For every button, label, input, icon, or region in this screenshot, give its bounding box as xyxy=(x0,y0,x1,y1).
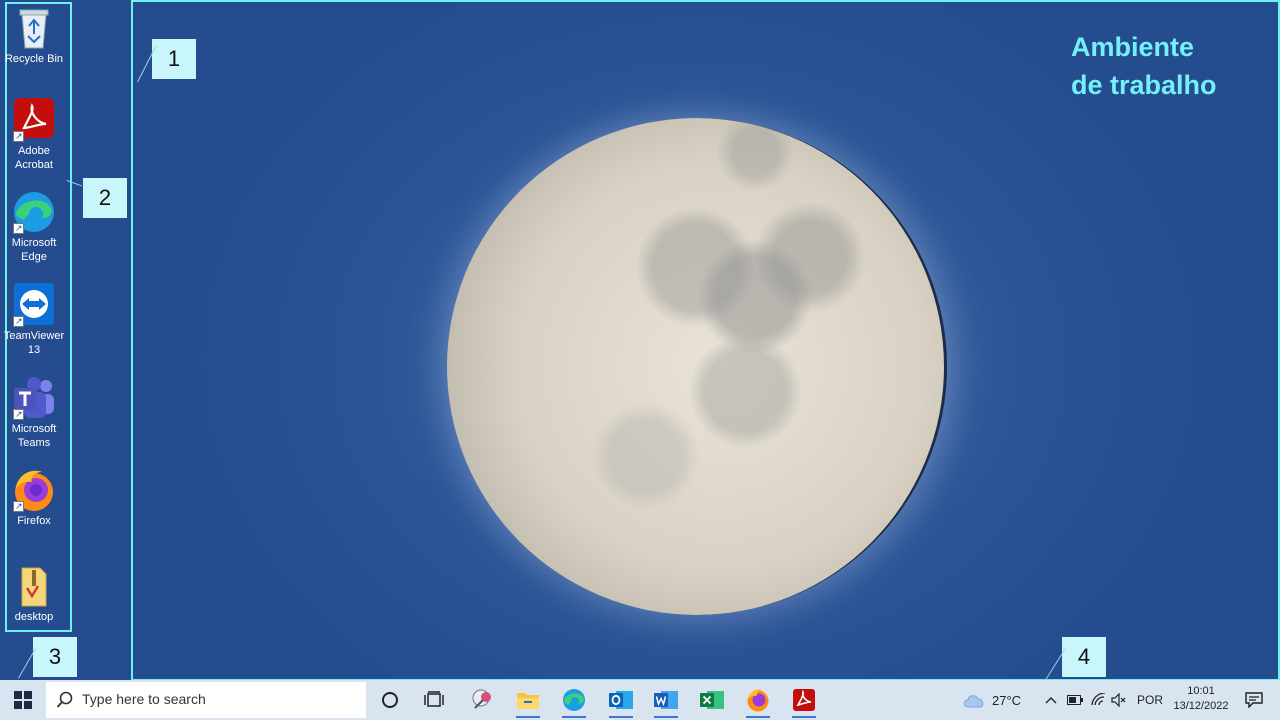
clock-time: 10:01 xyxy=(1187,685,1215,697)
snipping-icon xyxy=(472,689,491,709)
teams-icon xyxy=(12,376,56,421)
desktop-background: 1 2 3 4 Ambiente de trabalho Recycle Bin xyxy=(0,0,1280,720)
firefox-icon xyxy=(747,689,769,712)
desktop-title-line2: de trabalho xyxy=(1071,70,1217,100)
icon-label-line2: Acrobat xyxy=(15,159,53,171)
file-explorer-icon xyxy=(517,693,539,709)
show-hidden-icons-button[interactable] xyxy=(1040,684,1062,716)
icon-label-line1: desktop xyxy=(14,611,54,623)
task-view-icon xyxy=(424,691,444,707)
icon-label-line1: Adobe xyxy=(18,145,50,157)
adobe-acrobat-icon xyxy=(12,98,56,143)
start-button[interactable] xyxy=(0,680,46,720)
taskbar-app-file-explorer[interactable] xyxy=(512,684,544,718)
outlook-icon xyxy=(609,691,633,709)
taskbar-app-firefox[interactable] xyxy=(742,684,774,718)
notifications-button[interactable] xyxy=(1238,684,1270,716)
clock[interactable]: 10:01 13/12/2022 xyxy=(1168,684,1234,714)
battery-button[interactable] xyxy=(1064,684,1086,716)
volume-muted-icon xyxy=(1111,693,1126,707)
active-app-indicator xyxy=(746,716,770,718)
shortcut-arrow-icon xyxy=(13,314,24,328)
active-app-indicator xyxy=(792,716,816,718)
volume-button[interactable] xyxy=(1108,684,1130,716)
taskbar-app-excel[interactable] xyxy=(696,684,728,716)
desktop-title-line1: Ambiente xyxy=(1071,32,1195,62)
desktop-icon-microsoft-edge[interactable]: Microsoft Edge xyxy=(0,190,68,264)
active-app-indicator xyxy=(516,716,540,718)
shortcut-arrow-icon xyxy=(13,499,24,513)
chevron-up-icon xyxy=(1045,697,1057,704)
cortana-button[interactable] xyxy=(374,684,406,716)
icon-label-line1: Microsoft xyxy=(11,237,57,249)
clock-date: 13/12/2022 xyxy=(1173,700,1229,712)
desktop-icon-teamviewer[interactable]: TeamViewer 13 xyxy=(0,283,68,357)
edge-icon xyxy=(12,190,56,235)
cloud-icon xyxy=(963,695,984,708)
taskbar-app-outlook[interactable] xyxy=(605,684,637,718)
icon-label-line2: Edge xyxy=(21,251,47,263)
search-box[interactable]: Type here to search xyxy=(46,682,366,718)
active-app-indicator xyxy=(609,716,633,718)
network-button[interactable] xyxy=(1088,684,1110,716)
teamviewer-icon xyxy=(12,283,56,328)
windows-logo-icon xyxy=(14,691,32,709)
word-icon xyxy=(654,691,678,709)
shortcut-arrow-icon xyxy=(13,129,24,143)
callout-1: 1 xyxy=(152,39,196,79)
search-icon xyxy=(56,691,73,708)
leader-line-2 xyxy=(66,180,83,187)
taskbar-app-acrobat[interactable] xyxy=(788,684,820,718)
notification-icon xyxy=(1245,692,1263,708)
taskbar-app-snipping[interactable] xyxy=(467,684,499,716)
moon-wallpaper xyxy=(447,118,947,615)
active-app-indicator xyxy=(654,716,678,718)
icon-label-line1: Microsoft xyxy=(11,423,57,435)
taskbar-app-word[interactable] xyxy=(650,684,682,718)
callout-2: 2 xyxy=(83,178,127,218)
desktop-icon-microsoft-teams[interactable]: Microsoft Teams xyxy=(0,376,68,450)
shortcut-arrow-icon xyxy=(13,407,24,421)
wifi-icon xyxy=(1091,693,1106,706)
taskbar: Type here to search 27°C POR 10:01 13/12… xyxy=(0,680,1280,720)
taskbar-app-edge[interactable] xyxy=(558,684,590,718)
acrobat-icon xyxy=(793,689,815,711)
shortcut-arrow-icon xyxy=(13,221,24,235)
callout-3: 3 xyxy=(33,637,77,677)
active-app-indicator xyxy=(562,716,586,718)
zip-folder-icon xyxy=(12,564,56,608)
icon-label-line1: TeamViewer xyxy=(3,330,65,342)
firefox-icon xyxy=(12,468,56,513)
weather-widget[interactable]: 27°C xyxy=(962,684,1028,716)
desktop-icon-desktop-file[interactable]: desktop xyxy=(0,564,68,624)
language-indicator[interactable]: POR xyxy=(1137,693,1163,707)
weather-temperature: 27°C xyxy=(992,692,1022,708)
cortana-icon xyxy=(382,692,398,708)
battery-icon xyxy=(1067,695,1083,705)
task-view-button[interactable] xyxy=(418,684,450,716)
recycle-bin-icon xyxy=(12,6,56,50)
search-placeholder: Type here to search xyxy=(82,691,206,707)
edge-icon xyxy=(563,689,585,711)
icon-label-line2: Teams xyxy=(17,437,51,449)
callout-4: 4 xyxy=(1062,637,1106,677)
desktop-icon-adobe-acrobat[interactable]: Adobe Acrobat xyxy=(0,98,68,172)
desktop-title: Ambiente de trabalho xyxy=(1071,28,1217,104)
icon-label-line2: 13 xyxy=(27,344,41,356)
desktop-icon-recycle-bin[interactable]: Recycle Bin xyxy=(0,6,68,66)
desktop-icon-firefox[interactable]: Firefox xyxy=(0,468,68,528)
icon-label-line1: Recycle Bin xyxy=(4,53,64,65)
excel-icon xyxy=(700,691,724,709)
icon-label-line1: Firefox xyxy=(17,515,51,527)
